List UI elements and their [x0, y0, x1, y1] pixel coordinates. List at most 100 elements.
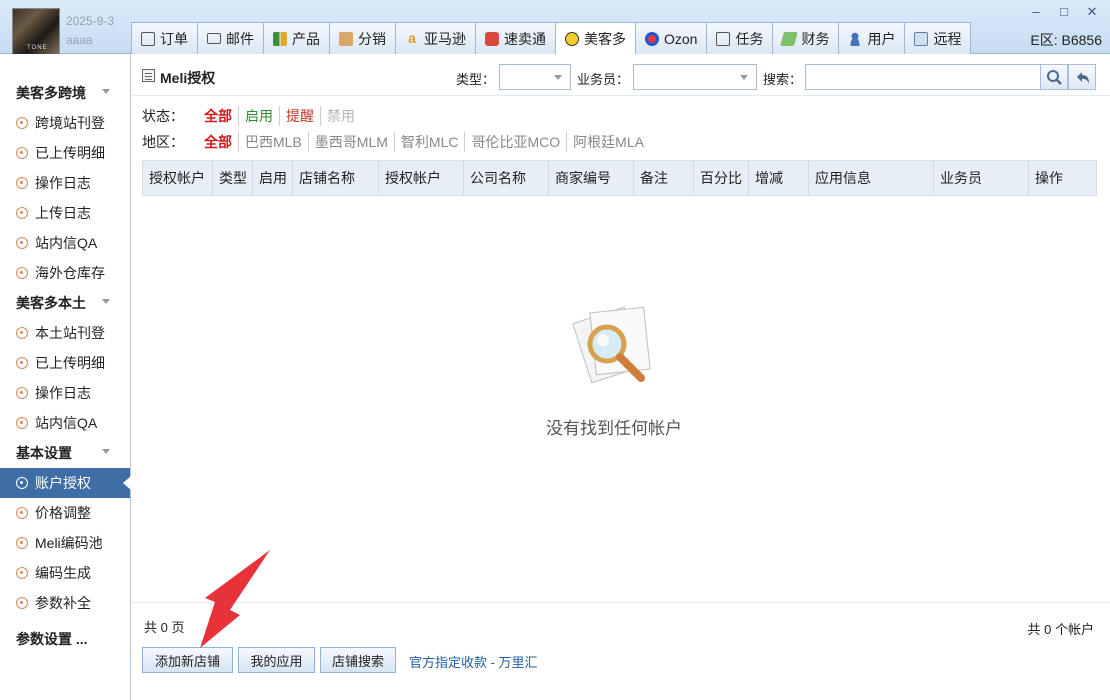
search-label: 搜索：: [763, 72, 803, 87]
tab-ozon[interactable]: Ozon: [635, 22, 708, 54]
column-remark[interactable]: 备注: [634, 160, 694, 196]
user-name: aaaa: [66, 33, 93, 47]
sidebar-item-messages-qa[interactable]: 站内信QA: [0, 228, 130, 258]
sidebar-section-basic-settings[interactable]: 基本设置: [0, 438, 130, 468]
sidebar-item-local-log[interactable]: 操作日志: [0, 378, 130, 408]
money-icon: [780, 31, 799, 46]
column-type[interactable]: 类型: [213, 160, 253, 196]
store-search-button[interactable]: 店铺搜索: [320, 647, 396, 673]
sidebar-section-crossborder[interactable]: 美客多跨境: [0, 78, 130, 108]
product-grid-icon: [273, 31, 287, 46]
tab-mercadolibre[interactable]: 美客多: [555, 22, 636, 55]
area-filter-all[interactable]: 全部: [198, 132, 239, 152]
salesman-label: 业务员：: [577, 72, 630, 87]
tab-remote[interactable]: 远程: [904, 22, 972, 54]
column-operation[interactable]: 操作: [1029, 160, 1094, 196]
search-input[interactable]: [805, 64, 1041, 90]
page-count: 共 0 页: [144, 620, 185, 635]
footer-divider: [132, 602, 1110, 603]
mercadolibre-icon: [565, 32, 579, 46]
sidebar-item-crossborder-listing[interactable]: 跨境站刊登: [0, 108, 130, 138]
tab-users[interactable]: 用户: [838, 22, 906, 54]
page-title: Meli授权: [160, 70, 216, 86]
table-header: 授权帐户 类型 启用 店铺名称 授权帐户 公司名称 商家编号 备注 百分比 增减…: [142, 160, 1097, 196]
payment-link[interactable]: 官方指定收款 - 万里汇: [409, 652, 538, 671]
status-label: 状态：: [142, 108, 184, 124]
tab-tasks[interactable]: 任务: [706, 22, 774, 54]
mail-icon: [207, 33, 221, 44]
area-label: 地区：: [142, 134, 184, 150]
sidebar-item-meli-code-pool[interactable]: Meli编码池: [0, 528, 130, 558]
bullet-icon: [16, 357, 28, 369]
sidebar-item-uploaded-details[interactable]: 已上传明细: [0, 138, 130, 168]
column-percent[interactable]: 百分比: [694, 160, 749, 196]
status-filter-reminder[interactable]: 提醒: [280, 106, 321, 126]
column-merchant-id[interactable]: 商家编号: [549, 160, 634, 196]
salesman-select[interactable]: [633, 64, 757, 90]
column-app-info[interactable]: 应用信息: [809, 160, 934, 196]
chevron-down-icon: [554, 75, 562, 80]
column-auth-account-2[interactable]: 授权帐户: [379, 160, 464, 196]
area-filter-mlm[interactable]: 墨西哥MLM: [309, 132, 395, 152]
back-arrow-icon: [1077, 72, 1089, 83]
amazon-icon: a: [408, 29, 416, 46]
column-company-name[interactable]: 公司名称: [464, 160, 549, 196]
bullet-icon: [16, 597, 28, 609]
sidebar-section-local[interactable]: 美客多本土: [0, 288, 130, 318]
sidebar-item-code-generate[interactable]: 编码生成: [0, 558, 130, 588]
empty-search-icon: [572, 306, 651, 384]
search-button[interactable]: [1040, 64, 1068, 90]
area-filter-mla[interactable]: 阿根廷MLA: [567, 132, 650, 152]
sidebar-item-account-auth[interactable]: 账户授权: [0, 468, 131, 498]
bullet-icon: [16, 537, 28, 549]
status-filter-enabled[interactable]: 启用: [239, 106, 280, 126]
tab-finance[interactable]: 财务: [772, 22, 840, 54]
main-panel: Meli授权 类型： 业务员： 搜索： 状态： 全部 启用 提醒 禁用 地区： …: [132, 54, 1110, 700]
search-icon: [1047, 70, 1062, 85]
sidebar-item-overseas-stock[interactable]: 海外仓库存: [0, 258, 130, 288]
tab-distribution[interactable]: 分销: [329, 22, 396, 54]
sidebar-item-price-adjust[interactable]: 价格调整: [0, 498, 130, 528]
column-store-name[interactable]: 店铺名称: [293, 160, 379, 196]
tab-amazon[interactable]: a 亚马逊: [395, 22, 476, 54]
sidebar-item-local-listing[interactable]: 本土站刊登: [0, 318, 130, 348]
tab-aliexpress[interactable]: 速卖通: [475, 22, 556, 54]
maximize-icon[interactable]: □: [1054, 4, 1074, 19]
bullet-icon: [16, 507, 28, 519]
column-auth-account[interactable]: 授权帐户: [143, 160, 213, 196]
chevron-down-icon: [740, 75, 748, 80]
sidebar-item-local-uploaded[interactable]: 已上传明细: [0, 348, 130, 378]
column-increase[interactable]: 增减: [749, 160, 809, 196]
ozon-icon: [645, 31, 659, 46]
column-enabled[interactable]: 启用: [253, 160, 293, 196]
sidebar-item-local-qa[interactable]: 站内信QA: [0, 408, 130, 438]
area-filter: 地区： 全部 巴西MLB 墨西哥MLM 智利MLC 哥伦比亚MCO 阿根廷MLA: [142, 132, 650, 152]
status-filter-all[interactable]: 全部: [198, 106, 239, 126]
login-date: 2025-9-3: [66, 14, 115, 28]
back-button[interactable]: [1068, 64, 1096, 90]
area-filter-mlb[interactable]: 巴西MLB: [239, 132, 309, 152]
sidebar-item-operation-log[interactable]: 操作日志: [0, 168, 130, 198]
bullet-icon: [16, 117, 28, 129]
bullet-icon: [16, 417, 28, 429]
column-salesman[interactable]: 业务员: [934, 160, 1029, 196]
close-icon[interactable]: ✕: [1082, 4, 1102, 20]
tab-products[interactable]: 产品: [263, 22, 330, 54]
chevron-down-icon: [102, 449, 110, 454]
sidebar-item-upload-log[interactable]: 上传日志: [0, 198, 130, 228]
type-select[interactable]: [499, 64, 571, 90]
sidebar-section-param-settings[interactable]: 参数设置 ...: [0, 624, 130, 654]
area-filter-mco[interactable]: 哥伦比亚MCO: [465, 132, 568, 152]
toolbar: Meli授权 类型： 业务员： 搜索：: [132, 54, 1110, 96]
sidebar-item-param-complete[interactable]: 参数补全: [0, 588, 130, 618]
add-store-button[interactable]: 添加新店铺: [142, 647, 233, 673]
status-filter-disabled[interactable]: 禁用: [321, 106, 361, 126]
my-apps-button[interactable]: 我的应用: [238, 647, 315, 673]
area-filter-mlc[interactable]: 智利MLC: [395, 132, 466, 152]
monitor-icon: [914, 31, 929, 46]
minimize-icon[interactable]: –: [1026, 4, 1046, 19]
tab-orders[interactable]: 订单: [131, 22, 198, 54]
tab-mail[interactable]: 邮件: [197, 22, 264, 54]
title-tab-bar: TONE 2025-9-3 aaaa 订单 邮件 产品 分销 a 亚马逊 速卖通 …: [0, 0, 1110, 58]
bullet-icon: [16, 327, 28, 339]
